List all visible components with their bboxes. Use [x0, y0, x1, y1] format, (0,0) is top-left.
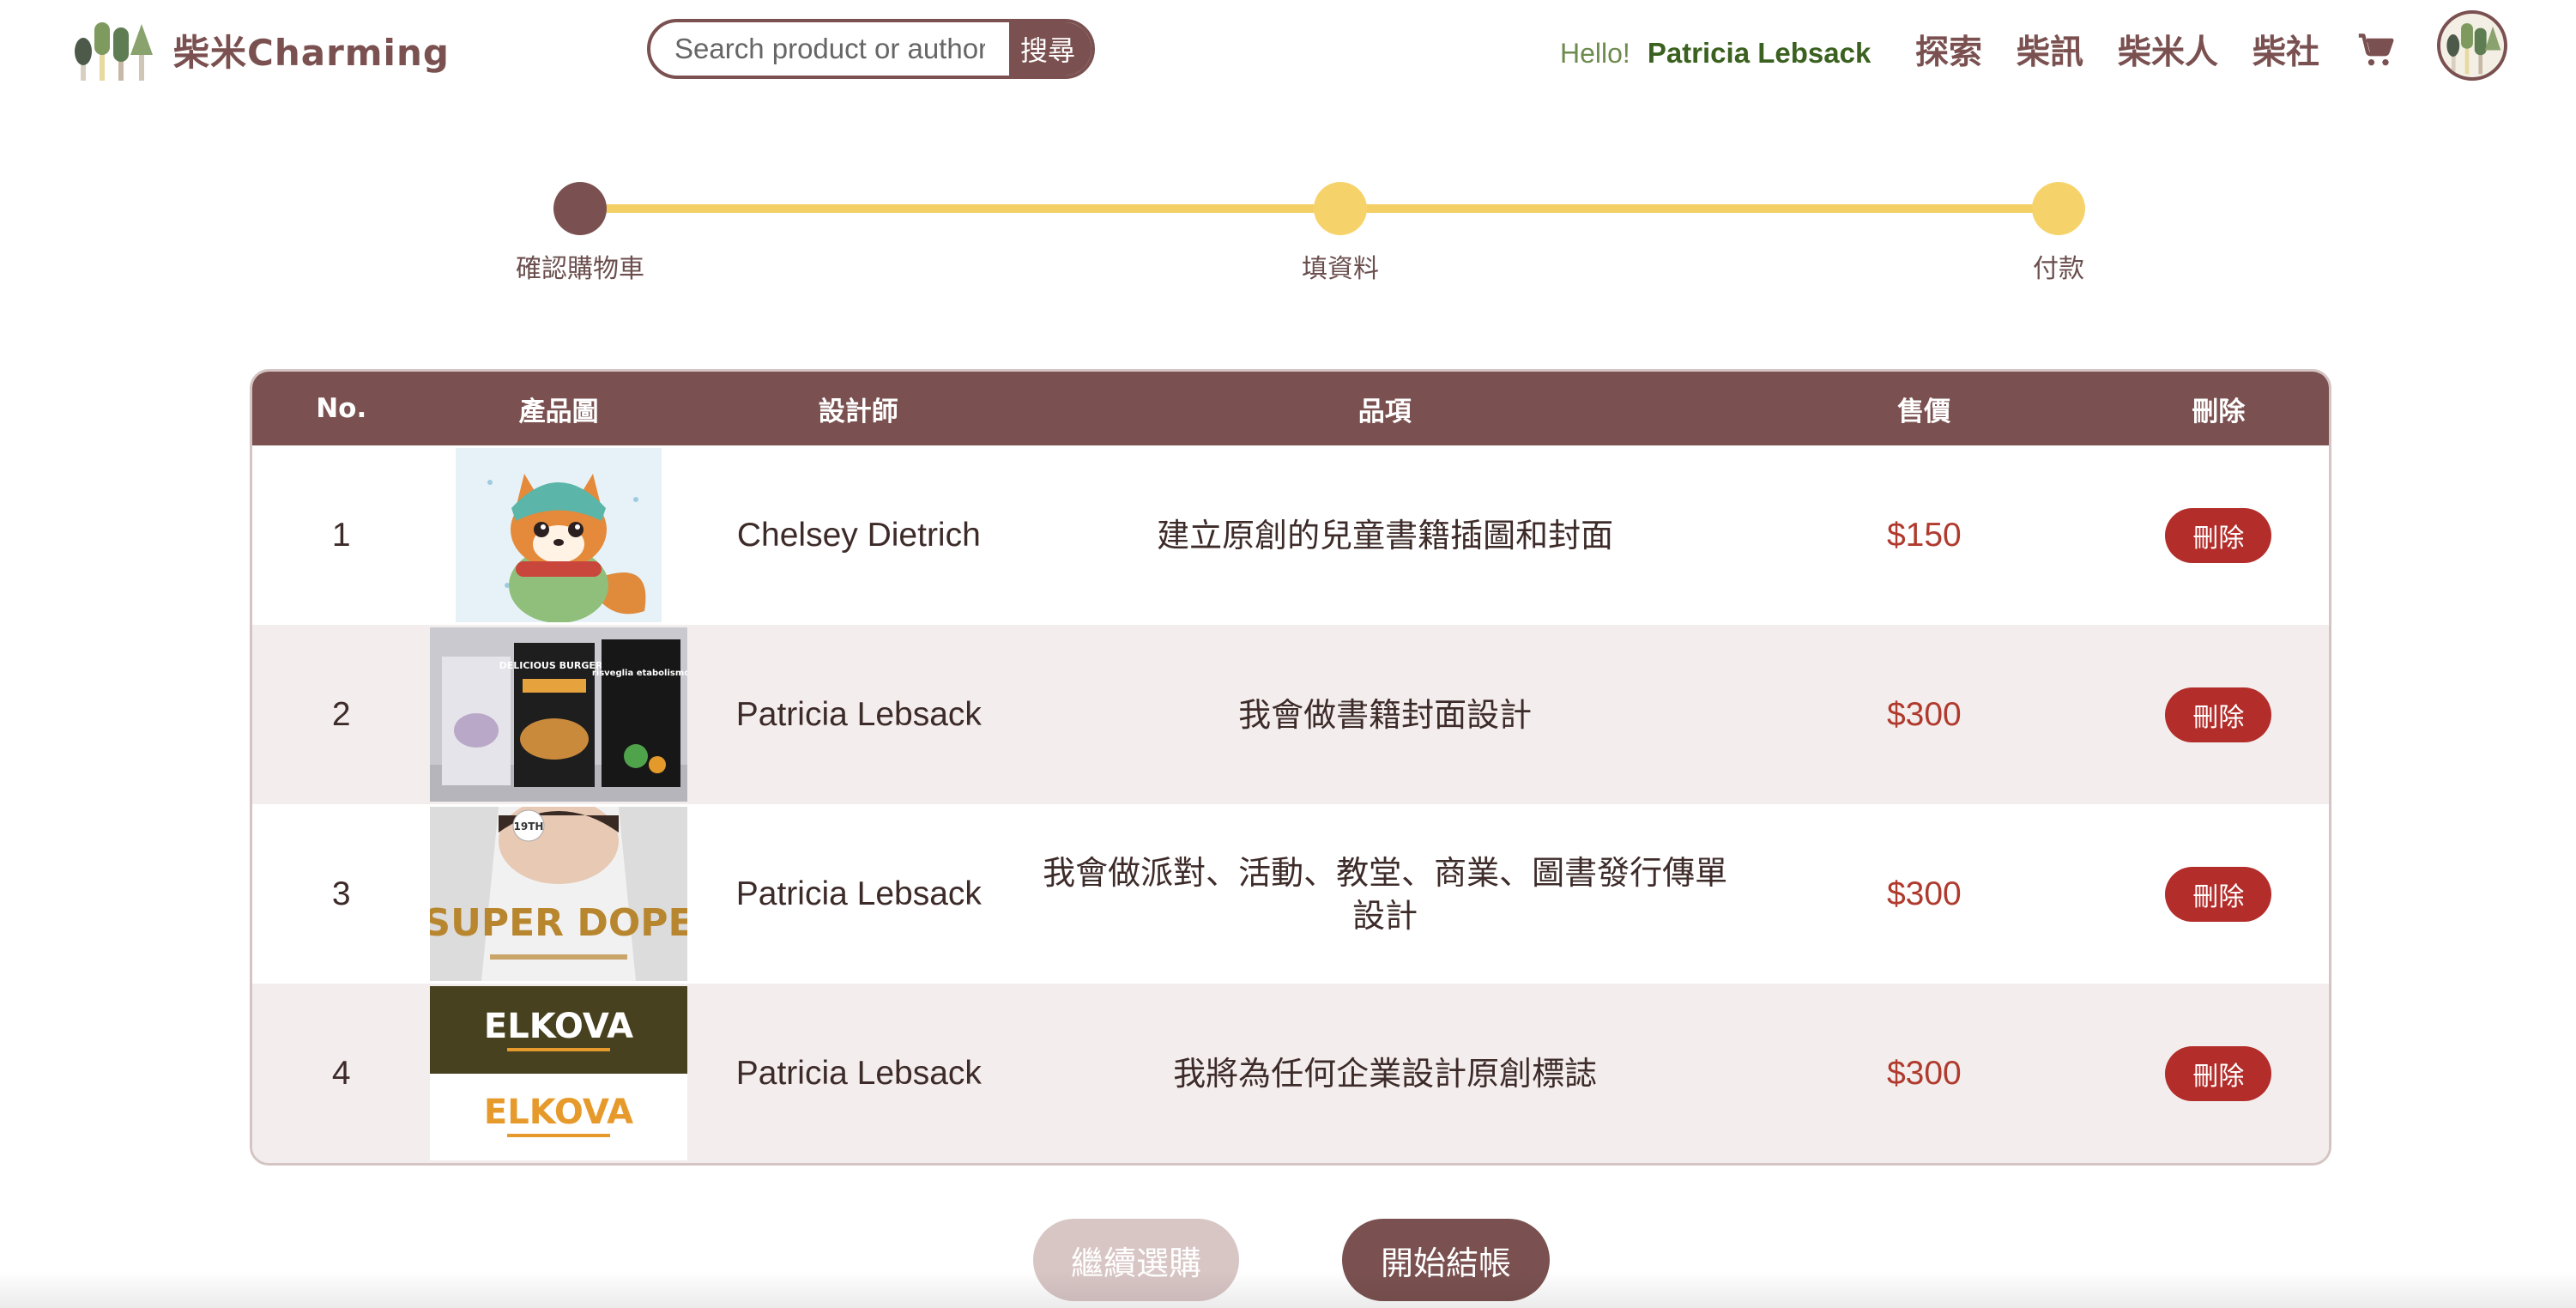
row-number: 2 [331, 695, 351, 733]
continue-shopping-button[interactable]: 繼續選購 [1033, 1219, 1239, 1301]
step-dot-cart [553, 182, 607, 235]
row-number: 4 [331, 1054, 351, 1092]
flyer-title: SUPER DOPE [430, 901, 687, 945]
main-nav: 探索 柴訊 柴米人 柴社 [1915, 24, 2395, 76]
logo-dark: ELKOVA [484, 1007, 633, 1046]
table-header: No. 產品圖 設計師 品項 售價 刪除 [252, 372, 2329, 445]
designer-name[interactable]: Chelsey Dietrich [687, 517, 1030, 554]
item-title[interactable]: 我會做書籍封面設計 [1030, 693, 1740, 736]
table-row: 4 ELKOVA ELKOVA Patricia Lebsack 我將為任何企業… [252, 984, 2329, 1163]
nav-news[interactable]: 柴訊 [2017, 26, 2083, 74]
item-price: $150 [1886, 516, 1962, 554]
step-dot-info [1314, 182, 1367, 235]
step-label-info: 填資料 [1302, 254, 1379, 284]
stepper-line [580, 204, 2046, 213]
search-bar: 搜尋 [647, 19, 1095, 79]
th-price: 售價 [1897, 396, 1951, 427]
user-greeting: Hello! Patricia Lebsack [1560, 33, 1871, 74]
thumb-cell: DELICIOUS BURGERS risveglia etabolismo [430, 627, 688, 802]
delete-cell: 刪除 [2108, 687, 2329, 742]
bottom-shadow [0, 1270, 2576, 1308]
designer-name[interactable]: Patricia Lebsack [687, 875, 1030, 913]
table-row: 1 Chelsey Dietrich 建立原創的兒童書籍插圖和封面 $150 刪… [252, 445, 2329, 625]
delete-cell: 刪除 [2108, 866, 2329, 922]
delete-button[interactable]: 刪除 [2165, 866, 2272, 922]
avatar-trees-icon [2446, 23, 2501, 75]
delete-button[interactable]: 刪除 [2165, 687, 2272, 742]
item-title[interactable]: 建立原創的兒童書籍插圖和封面 [1030, 514, 1740, 557]
item-price: $300 [1886, 1054, 1962, 1092]
item-price: $300 [1886, 695, 1962, 733]
avatar[interactable] [2437, 10, 2507, 81]
row-number: 1 [331, 516, 351, 554]
nav-explore[interactable]: 探索 [1915, 26, 1982, 74]
book2-title: risveglia etabolismo [592, 669, 687, 678]
delete-button[interactable]: 刪除 [2165, 1045, 2272, 1101]
designer-name[interactable]: Patricia Lebsack [687, 1055, 1030, 1093]
thumb-cell [430, 448, 688, 622]
step-label-payment: 付款 [2033, 254, 2084, 284]
party-flyer-thumb[interactable]: 19TH SUPER DOPE [430, 807, 688, 981]
cart-table: No. 產品圖 設計師 品項 售價 刪除 1 Chelsey Dietrich … [250, 369, 2331, 1166]
table-row: 2 DELICIOUS BURGERS risveglia etabolismo… [252, 625, 2329, 804]
th-delete: 刪除 [2192, 396, 2246, 427]
delete-cell: 刪除 [2108, 507, 2329, 563]
th-designer: 設計師 [818, 396, 898, 427]
nav-community[interactable]: 柴社 [2252, 26, 2319, 74]
thumb-cell: ELKOVA ELKOVA [430, 986, 688, 1160]
item-title[interactable]: 我會做派對、活動、教堂、商業、圖書發行傳單設計 [1030, 851, 1740, 937]
hello-text: Hello! [1560, 37, 1630, 69]
logo-light: ELKOVA [484, 1093, 633, 1132]
flyer-date: 19TH [514, 821, 544, 833]
fox-illustration-thumb[interactable] [430, 448, 688, 622]
checkout-stepper: 確認購物車 填資料 付款 [0, 172, 2576, 292]
logo-trees-icon [75, 22, 153, 81]
step-dot-payment [2032, 182, 2085, 235]
designer-name[interactable]: Patricia Lebsack [687, 696, 1030, 734]
table-row: 3 19TH SUPER DOPE Patricia Lebsack 我會做派對… [252, 804, 2329, 984]
nav-people[interactable]: 柴米人 [2118, 26, 2218, 74]
delete-button[interactable]: 刪除 [2165, 507, 2272, 563]
th-item: 品項 [1358, 396, 1412, 427]
item-title[interactable]: 我將為任何企業設計原創標誌 [1030, 1052, 1740, 1095]
row-number: 3 [331, 875, 351, 912]
cart-icon[interactable] [2357, 31, 2395, 69]
delete-cell: 刪除 [2108, 1045, 2329, 1101]
thumb-cell: 19TH SUPER DOPE [430, 807, 688, 981]
checkout-button[interactable]: 開始結帳 [1342, 1219, 1550, 1301]
book-covers-thumb[interactable]: DELICIOUS BURGERS risveglia etabolismo [430, 627, 688, 802]
search-button[interactable]: 搜尋 [1009, 22, 1091, 76]
logo-text: 柴米Charming [173, 31, 450, 74]
search-input[interactable] [650, 22, 1009, 76]
logo[interactable]: 柴米Charming [74, 15, 450, 84]
logo-design-thumb[interactable]: ELKOVA ELKOVA [430, 986, 688, 1160]
item-price: $300 [1886, 875, 1962, 912]
th-no: No. [316, 393, 367, 424]
user-name[interactable]: Patricia Lebsack [1648, 37, 1872, 70]
step-label-cart: 確認購物車 [516, 254, 644, 284]
th-image: 產品圖 [518, 396, 599, 427]
